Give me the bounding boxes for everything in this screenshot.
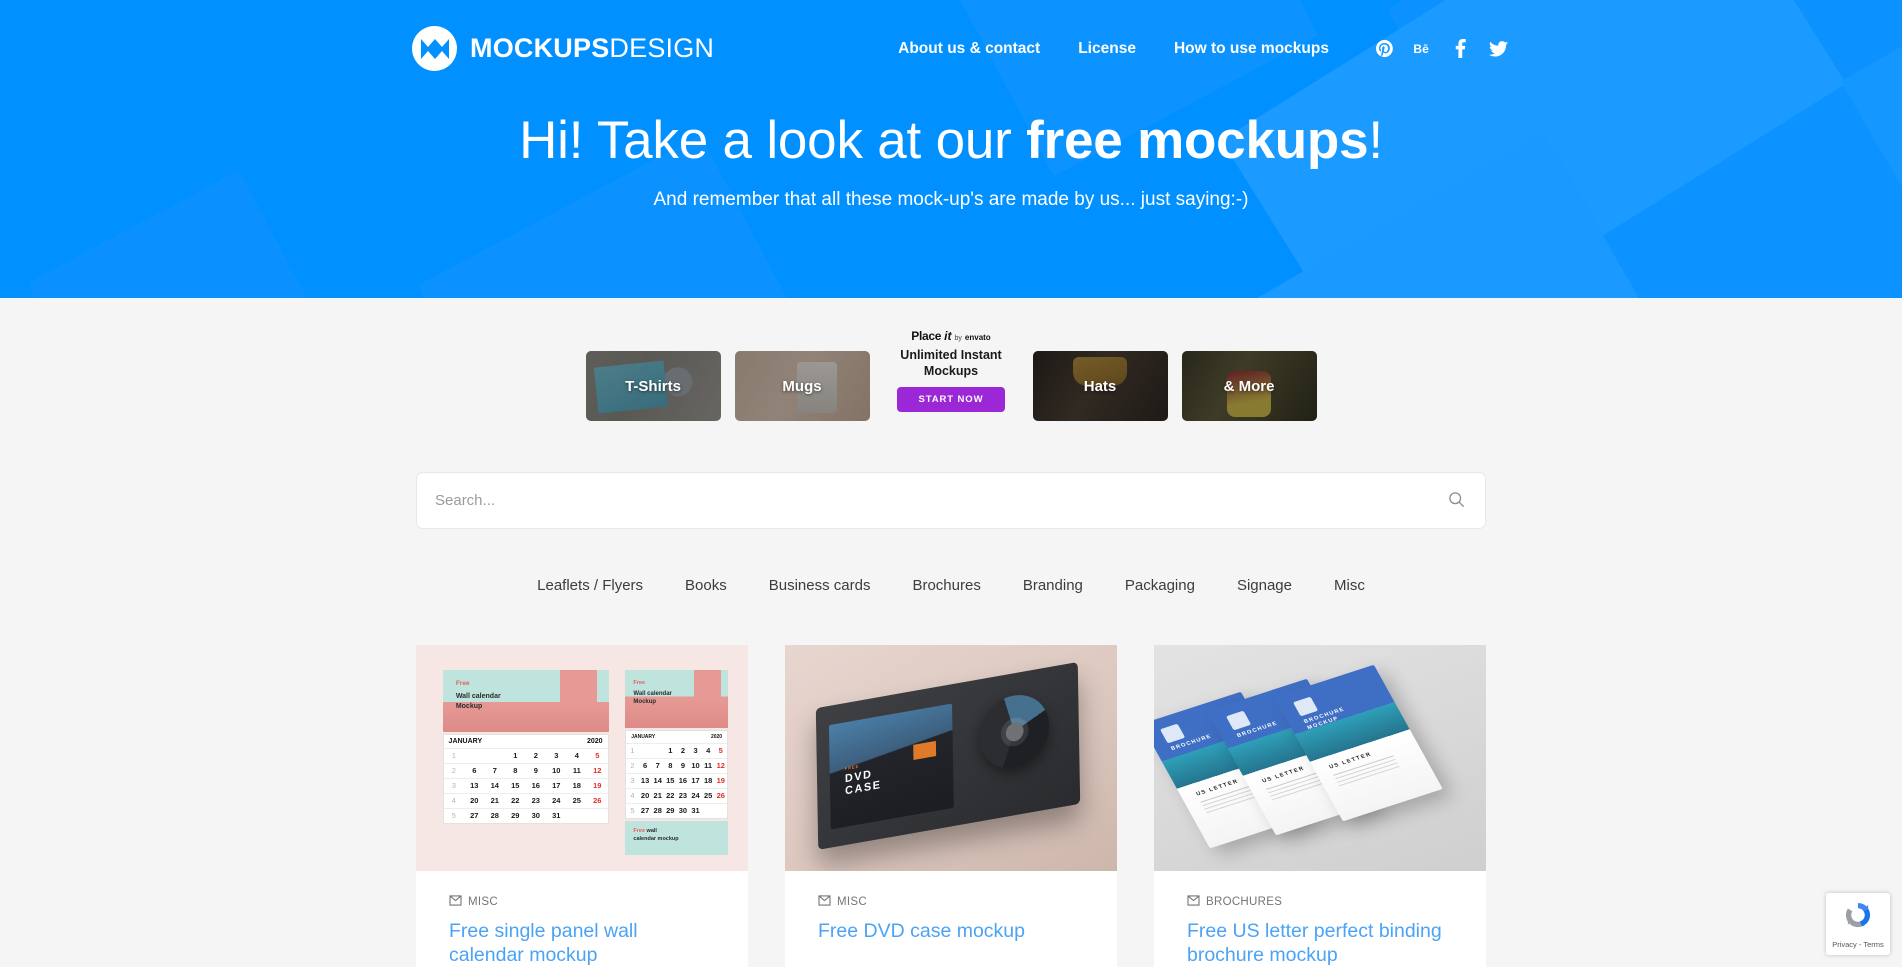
calendar-art-line1: Wall calendar [455, 693, 501, 701]
category-link-signage[interactable]: Signage [1237, 577, 1292, 594]
category-link-packaging[interactable]: Packaging [1125, 577, 1195, 594]
category-link-leaflets-flyers[interactable]: Leaflets / Flyers [537, 577, 643, 594]
card-title[interactable]: Free single panel wall calendar mockup [449, 920, 715, 967]
category-link-brochures[interactable]: Brochures [912, 577, 980, 594]
category-filter-links: Leaflets / Flyers Books Business cards B… [0, 577, 1902, 594]
calendar-art-month: JANUARY [448, 737, 483, 745]
placeit-brand-envato: envato [964, 333, 991, 342]
behance-icon[interactable]: Bē [1413, 39, 1433, 59]
tile-hats[interactable]: Hats [1032, 351, 1168, 421]
nav-item-how-to[interactable]: How to use mockups [1174, 40, 1329, 58]
nav-item-about[interactable]: About us & contact [898, 40, 1040, 58]
calendar-footer-free: Free [633, 828, 646, 835]
mockup-card[interactable]: BROCHURE US LETTER BROCHURE US LETTER BROC… [1154, 645, 1486, 967]
card-category[interactable]: MISC [818, 893, 1084, 911]
recaptcha-icon [1843, 900, 1873, 935]
social-links: Bē [1375, 39, 1509, 59]
category-link-business-cards[interactable]: Business cards [769, 577, 871, 594]
card-title[interactable]: Free DVD case mockup [818, 920, 1084, 944]
pinterest-icon[interactable] [1375, 39, 1395, 59]
tile-t-shirts[interactable]: T-Shirts [585, 351, 721, 421]
logo-text: MOCKUPSDESIGN [470, 33, 714, 64]
calendar-small-line2: Mockup [633, 698, 657, 705]
recaptcha-badge[interactable]: Privacy - Terms [1826, 893, 1890, 955]
calendar-small-month: JANUARY [631, 733, 656, 740]
card-category[interactable]: MISC [449, 893, 715, 911]
search-button[interactable] [1448, 491, 1465, 511]
card-body: BROCHURES Free US letter perfect binding… [1154, 871, 1486, 967]
tile-label-more: & More [1223, 377, 1275, 395]
placeit-brand-place: Place [911, 329, 942, 343]
placeit-brand-it: it [944, 329, 952, 343]
top-bar: MOCKUPSDESIGN About us & contact License… [0, 0, 1902, 71]
category-link-branding[interactable]: Branding [1023, 577, 1083, 594]
category-tiles: T-Shirts Mugs Place it by envato Unlimite… [0, 329, 1902, 421]
card-category-label: MISC [468, 896, 498, 908]
tile-mugs[interactable]: Mugs [734, 351, 870, 421]
start-now-button[interactable]: START NOW [896, 387, 1006, 413]
svg-text:Bē: Bē [1413, 42, 1429, 56]
recaptcha-label: Privacy - Terms [1832, 939, 1884, 949]
hero-copy: Hi! Take a look at our free mockups! And… [0, 113, 1902, 211]
hero-section: MOCKUPSDESIGN About us & contact License… [0, 0, 1902, 298]
calendar-footer-rest: wall [645, 828, 657, 835]
placeit-headline: Unlimited Instant Mockups [900, 348, 1002, 378]
tile-label-mugs: Mugs [782, 377, 822, 395]
mockup-card[interactable]: FREE DVD CASE MISC Free DVD case mockup [785, 645, 1117, 967]
placeit-brand: Place it by envato [911, 329, 990, 343]
brochure-art-letter-b: US LETTER [1261, 764, 1307, 784]
hero-title-bold: free mockups [1026, 111, 1369, 170]
brochure-art-letter-a: US LETTER [1194, 778, 1240, 798]
facebook-icon[interactable] [1451, 39, 1471, 59]
hero-title-end: ! [1368, 111, 1383, 170]
tile-label-t-shirts: T-Shirts [625, 377, 681, 395]
calendar-small-free: Free [633, 680, 646, 687]
dvd-art-free: FREE [844, 762, 860, 771]
card-category-label: MISC [837, 896, 867, 908]
hero-subtitle: And remember that all these mock-up's ar… [653, 188, 1249, 210]
category-link-misc[interactable]: Misc [1334, 577, 1365, 594]
calendar-art-year: 2020 [586, 737, 603, 745]
search-box[interactable] [416, 472, 1486, 529]
calendar-art-free: Free [455, 679, 470, 687]
card-body: MISC Free DVD case mockup [785, 871, 1117, 964]
brochure-art-letter: US LETTER [1327, 751, 1373, 771]
card-image-dvd: FREE DVD CASE [785, 645, 1117, 871]
folder-icon [1187, 893, 1200, 911]
card-image-calendar: Free Wall calendar Mockup JANUARY 2020 11… [416, 645, 748, 871]
card-title[interactable]: Free US letter perfect binding brochure … [1187, 920, 1453, 967]
hero-title-light: Hi! Take a look at our [519, 111, 1027, 170]
calendar-small-year: 2020 [710, 733, 723, 740]
folder-icon [818, 893, 831, 911]
card-category-label: BROCHURES [1206, 896, 1283, 908]
main-navigation: About us & contact License How to use mo… [898, 39, 1509, 59]
twitter-icon[interactable] [1489, 39, 1509, 59]
category-link-books[interactable]: Books [685, 577, 727, 594]
calendar-small-line1: Wall calendar [633, 690, 672, 697]
logo-bold: MOCKUPS [470, 33, 610, 63]
tile-more[interactable]: & More [1181, 351, 1317, 421]
card-image-brochure: BROCHURE US LETTER BROCHURE US LETTER BROC… [1154, 645, 1486, 871]
placeit-ad[interactable]: Place it by envato Unlimited Instant Mock… [884, 329, 1019, 421]
search-section [0, 472, 1902, 529]
mockups-m-logo-icon [412, 26, 457, 71]
search-icon [1448, 491, 1465, 511]
logo-light: DESIGN [609, 33, 715, 63]
mockup-card[interactable]: Free Wall calendar Mockup JANUARY 2020 11… [416, 645, 748, 967]
page-title: Hi! Take a look at our free mockups! [0, 113, 1902, 169]
placeit-brand-by: by [954, 335, 962, 342]
card-body: MISC Free single panel wall calendar moc… [416, 871, 748, 967]
calendar-footer-line2: calendar mockup [633, 836, 679, 843]
tile-label-hats: Hats [1083, 377, 1117, 395]
mockup-card-grid: Free Wall calendar Mockup JANUARY 2020 11… [0, 645, 1902, 967]
search-input[interactable] [435, 473, 1448, 528]
site-logo[interactable]: MOCKUPSDESIGN [412, 26, 714, 71]
folder-icon [449, 893, 462, 911]
nav-item-license[interactable]: License [1078, 40, 1136, 58]
card-category[interactable]: BROCHURES [1187, 893, 1453, 911]
calendar-art-line2: Mockup [455, 702, 483, 710]
